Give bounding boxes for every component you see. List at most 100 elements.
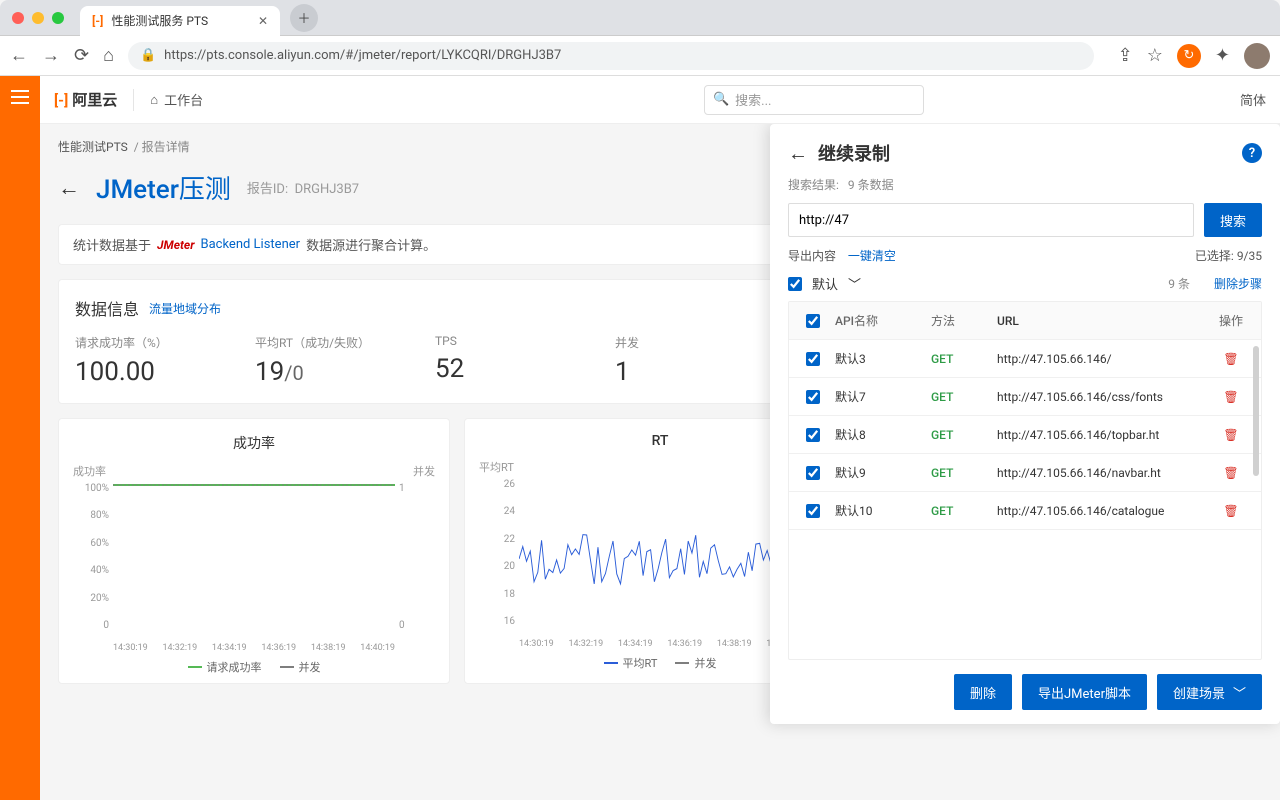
row-checkbox[interactable] [806, 352, 820, 366]
star-icon[interactable]: ☆ [1147, 45, 1163, 66]
profile-avatar[interactable] [1244, 43, 1270, 69]
minimize-window[interactable] [32, 12, 44, 24]
export-jmeter-button[interactable]: 导出JMeter脚本 [1022, 674, 1147, 710]
metric: TPS 52 [435, 334, 575, 387]
extension-icon[interactable]: ↻ [1177, 44, 1201, 68]
metric: 平均RT（成功/失败）19/0 [255, 334, 395, 387]
language-switch[interactable]: 简体 [1240, 90, 1266, 109]
report-id: 报告ID: DRGHJ3B7 [247, 178, 359, 197]
api-method: GET [931, 504, 991, 518]
row-checkbox[interactable] [806, 390, 820, 404]
chart-plot [113, 483, 395, 631]
extensions-icon[interactable]: ✦ [1215, 45, 1230, 66]
api-name: 默认3 [835, 350, 925, 367]
panel-search-input[interactable] [788, 203, 1194, 237]
maximize-window[interactable] [52, 12, 64, 24]
metric-label: TPS [435, 334, 575, 348]
page-title: JMeter压测 [96, 169, 231, 206]
col-name: API名称 [835, 312, 925, 329]
chevron-down-icon[interactable]: ﹀ [848, 274, 861, 293]
browser-tab[interactable]: [-] 性能测试服务 PTS ✕ [80, 6, 280, 36]
backend-listener-link[interactable]: Backend Listener [200, 237, 300, 252]
y-left-ticks: 262422201816 [479, 479, 515, 627]
chart-legend: 请求成功率并发 [73, 659, 435, 675]
new-tab-button[interactable]: ＋ [290, 4, 318, 32]
metric-label: 平均RT（成功/失败） [255, 334, 395, 351]
selected-label: 已选择: [1195, 247, 1234, 264]
crumb-root[interactable]: 性能测试PTS [58, 140, 128, 154]
table-row[interactable]: 默认8GEThttp://47.105.66.146/topbar.ht🗑 [789, 416, 1261, 454]
panel-back-icon[interactable]: ← [788, 141, 808, 166]
chart-card: 成功率成功率并发100%80%60%40%20%01014:30:1914:32… [58, 418, 450, 684]
metric-value: 52 [435, 354, 575, 384]
row-checkbox[interactable] [806, 466, 820, 480]
row-checkbox[interactable] [806, 504, 820, 518]
table-header: API名称 方法 URL 操作 [789, 302, 1261, 340]
table-row[interactable]: 默认9GEThttp://47.105.66.146/navbar.ht🗑 [789, 454, 1261, 492]
browser-tabbar: [-] 性能测试服务 PTS ✕ ＋ [0, 0, 1280, 36]
row-checkbox[interactable] [806, 428, 820, 442]
clear-all-button[interactable]: 一键清空 [848, 247, 896, 264]
card-title: 数据信息 [75, 296, 139, 320]
global-search[interactable]: 🔍 搜索... [704, 85, 924, 115]
api-method: GET [931, 466, 991, 480]
reload-icon[interactable]: ⟳ [74, 45, 89, 66]
delete-steps-button[interactable]: 删除步骤 [1214, 275, 1262, 292]
delete-row-icon[interactable]: 🗑 [1209, 390, 1253, 404]
col-method: 方法 [931, 312, 991, 329]
chart-title: 成功率 [73, 433, 435, 453]
browser-toolbar: ← → ⟳ ⌂ 🔒 https://pts.console.aliyun.com… [0, 36, 1280, 76]
table-row[interactable]: 默认7GEThttp://47.105.66.146/css/fonts🗑 [789, 378, 1261, 416]
back-button[interactable]: ← [58, 175, 80, 201]
group-name: 默认 [812, 274, 838, 293]
workbench-link[interactable]: ⌂ 工作台 [150, 90, 203, 109]
delete-button[interactable]: 删除 [954, 674, 1012, 710]
scrollbar[interactable] [1253, 346, 1259, 476]
api-url: http://47.105.66.146/catalogue [997, 504, 1203, 518]
y-left-ticks: 100%80%60%40%20%0 [73, 483, 109, 631]
delete-row-icon[interactable]: 🗑 [1209, 466, 1253, 480]
metric-label: 并发 [615, 334, 755, 351]
table-row[interactable]: 默认3 GET http://47.105.66.146/ 🗑 [789, 340, 1261, 378]
tab-close-icon[interactable]: ✕ [258, 14, 268, 28]
share-icon[interactable]: ⇪ [1118, 45, 1133, 66]
address-bar[interactable]: 🔒 https://pts.console.aliyun.com/#/jmete… [128, 42, 1094, 70]
y-left-label: 平均RT [479, 459, 514, 475]
delete-row-icon[interactable]: 🗑 [1209, 504, 1253, 518]
select-all-checkbox[interactable] [806, 314, 820, 328]
tab-title: 性能测试服务 PTS [111, 12, 208, 29]
api-url: http://47.105.66.146/navbar.ht [997, 466, 1203, 480]
search-result-summary: 搜索结果: 9 条数据 [788, 176, 1262, 193]
help-icon[interactable]: ? [1242, 143, 1262, 163]
brand-text: 阿里云 [72, 89, 117, 110]
chevron-down-icon: ﹀ [1233, 683, 1246, 702]
metric-value: 100.00 [75, 357, 215, 387]
brand-logo[interactable]: [-] 阿里云 [54, 89, 117, 110]
forward-icon[interactable]: → [42, 45, 60, 66]
group-checkbox[interactable] [788, 277, 802, 291]
selected-value: 9/35 [1237, 249, 1262, 263]
api-url: http://47.105.66.146/ [997, 352, 1203, 366]
api-method: GET [931, 428, 991, 442]
create-scene-button[interactable]: 创建场景 ﹀ [1157, 674, 1262, 710]
crumb-leaf: 报告详情 [142, 140, 190, 154]
region-link[interactable]: 流量地域分布 [149, 300, 221, 317]
jmeter-logo: JMeter [157, 238, 194, 252]
panel-search-button[interactable]: 搜索 [1204, 203, 1262, 237]
api-name: 默认8 [835, 426, 925, 443]
col-action: 操作 [1209, 312, 1253, 329]
back-icon[interactable]: ← [10, 45, 28, 66]
api-url: http://47.105.66.146/css/fonts [997, 390, 1203, 404]
search-placeholder: 搜索... [735, 90, 771, 109]
api-method: GET [931, 352, 991, 366]
delete-row-icon[interactable]: 🗑 [1209, 352, 1253, 366]
table-row[interactable]: 默认10GEThttp://47.105.66.146/catalogue🗑 [789, 492, 1261, 530]
export-label: 导出内容 [788, 247, 836, 264]
metric: 并发1 [615, 334, 755, 387]
chart-plot [519, 479, 801, 627]
home-icon[interactable]: ⌂ [103, 45, 114, 66]
api-name: 默认7 [835, 388, 925, 405]
delete-row-icon[interactable]: 🗑 [1209, 428, 1253, 442]
close-window[interactable] [12, 12, 24, 24]
menu-toggle[interactable] [0, 76, 40, 800]
